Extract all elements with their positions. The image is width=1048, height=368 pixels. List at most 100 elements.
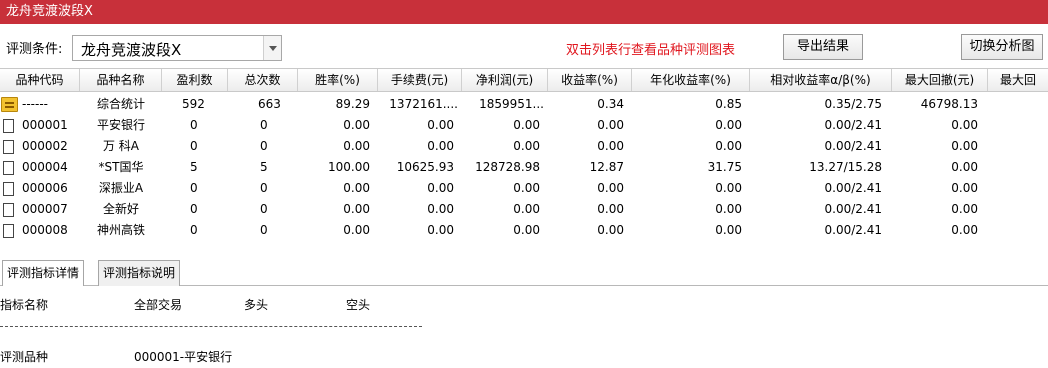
cell-winrate: 0.00 [343,181,370,195]
cell-return: 0.00 [597,139,624,153]
cell-return: 0.00 [597,181,624,195]
cell-annual-return: 0.85 [715,97,742,111]
divider [0,326,422,327]
tab-indicator-details[interactable]: 评测指标详情 [2,260,85,287]
cell-return: 0.00 [597,118,624,132]
detail-col-short: 空头 [346,298,371,312]
cell-winrate: 100.00 [328,160,370,174]
col-header-relative-return[interactable]: 相对收益率α/β(%) [750,69,892,91]
window-title: 龙舟竞渡波段X [6,4,93,19]
cell-profit-count: 0 [190,181,198,195]
cell-profit-count: 0 [190,223,198,237]
cell-max-drawdown: 0.00 [951,139,978,153]
cell-relative-return: 13.27/15.28 [809,160,882,174]
cell-max-drawdown: 0.00 [951,202,978,216]
cell-name: 全新好 [102,202,139,216]
cell-max-drawdown: 46798.13 [920,97,978,111]
table-row[interactable]: 000008 神州高铁 0 0 0.00 0.00 0.00 0.00 0.00… [0,220,1048,241]
document-icon [3,182,14,196]
cell-max-drawdown: 0.00 [951,181,978,195]
cell-relative-return: 0.35/2.75 [824,97,882,111]
cell-max-drawdown: 0.00 [951,223,978,237]
cell-relative-return: 0.00/2.41 [824,118,882,132]
cell-name: 综合统计 [96,97,145,111]
table-row[interactable]: 000004 *ST国华 5 5 100.00 10625.93 128728.… [0,157,1048,178]
cell-fee: 0.00 [427,223,454,237]
cell-winrate: 0.00 [343,202,370,216]
detail-value-symbol: 000001-平安银行 [134,350,233,364]
col-header-net-profit[interactable]: 净利润(元) [462,69,548,91]
window-title-bar: 龙舟竞渡波段X [0,0,1048,24]
export-results-button[interactable]: 导出结果 [783,34,863,60]
cell-profit-count: 5 [190,160,198,174]
condition-select-value: 龙舟竞渡波段X [81,41,182,59]
cell-fee: 0.00 [427,181,454,195]
tab-indicator-description[interactable]: 评测指标说明 [98,260,181,286]
summary-icon [1,97,18,112]
cell-net-profit: 0.00 [513,202,540,216]
hint-text: 双击列表行查看品种评测图表 [566,43,736,58]
condition-select[interactable]: 龙舟竞渡波段X [72,35,282,61]
cell-total-count: 5 [260,160,268,174]
col-header-name[interactable]: 品种名称 [80,69,162,91]
cell-annual-return: 0.00 [715,181,742,195]
col-header-profit-count[interactable]: 盈利数 [162,69,228,91]
col-header-return[interactable]: 收益率(%) [548,69,632,91]
col-header-fee[interactable]: 手续费(元) [378,69,462,91]
cell-total-count: 0 [260,118,268,132]
cell-total-count: 0 [260,139,268,153]
col-header-annual-return[interactable]: 年化收益率(%) [632,69,750,91]
cell-total-count: 0 [260,181,268,195]
cell-total-count: 0 [260,202,268,216]
cell-net-profit: 0.00 [513,223,540,237]
col-header-winrate[interactable]: 胜率(%) [298,69,378,91]
detail-label-symbol: 评测品种 [0,350,49,364]
cell-code: 000001 [0,115,80,136]
document-icon [3,140,14,154]
cell-name: *ST国华 [98,160,144,174]
cell-annual-return: 0.00 [715,223,742,237]
cell-annual-return: 31.75 [707,160,742,174]
cell-net-profit: 0.00 [513,118,540,132]
switch-chart-button[interactable]: 切换分析图 [961,34,1043,60]
cell-relative-return: 0.00/2.41 [824,139,882,153]
cell-name: 神州高铁 [96,223,145,237]
col-header-total-count[interactable]: 总次数 [228,69,298,91]
document-icon [3,224,14,238]
cell-total-count: 663 [258,97,281,111]
cell-code: ------ [0,94,80,115]
cell-winrate: 0.00 [343,223,370,237]
cell-net-profit: 0.00 [513,139,540,153]
cell-name: 万 科A [102,139,140,153]
col-header-max-drawdown-2[interactable]: 最大回 [988,69,1048,91]
cell-return: 12.87 [589,160,624,174]
toolbar: 评测条件: 龙舟竞渡波段X 双击列表行查看品种评测图表 导出结果 切换分析图 [0,24,1048,68]
table-row[interactable]: 000006 深振业A 0 0 0.00 0.00 0.00 0.00 0.00… [0,178,1048,199]
cell-fee: 0.00 [427,118,454,132]
cell-code: 000002 [0,136,80,157]
cell-relative-return: 0.00/2.41 [824,223,882,237]
detail-tabs: 评测指标详情 评测指标说明 [0,256,1048,287]
table-row[interactable]: ------ 综合统计 592 663 89.29 1372161.... 18… [0,94,1048,115]
cell-name: 深振业A [98,181,144,195]
table-row[interactable]: 000007 全新好 0 0 0.00 0.00 0.00 0.00 0.00 … [0,199,1048,220]
cell-max-drawdown: 0.00 [951,118,978,132]
cell-profit-count: 0 [190,139,198,153]
cell-net-profit: 1859951... [479,97,544,111]
col-header-code[interactable]: 品种代码 [0,69,80,91]
cell-code: 000004 [0,157,80,178]
col-header-max-drawdown[interactable]: 最大回撤(元) [892,69,988,91]
cell-return: 0.00 [597,223,624,237]
cell-fee: 0.00 [427,202,454,216]
table-row[interactable]: 000001 平安银行 0 0 0.00 0.00 0.00 0.00 0.00… [0,115,1048,136]
splitter[interactable] [0,244,1048,256]
cell-winrate: 0.00 [343,118,370,132]
cell-profit-count: 592 [182,97,205,111]
cell-profit-count: 0 [190,118,198,132]
cell-name: 平安银行 [96,118,145,132]
table-row[interactable]: 000002 万 科A 0 0 0.00 0.00 0.00 0.00 0.00… [0,136,1048,157]
cell-total-count: 0 [260,223,268,237]
condition-dropdown-button[interactable] [263,36,281,60]
cell-winrate: 89.29 [335,97,370,111]
cell-annual-return: 0.00 [715,118,742,132]
